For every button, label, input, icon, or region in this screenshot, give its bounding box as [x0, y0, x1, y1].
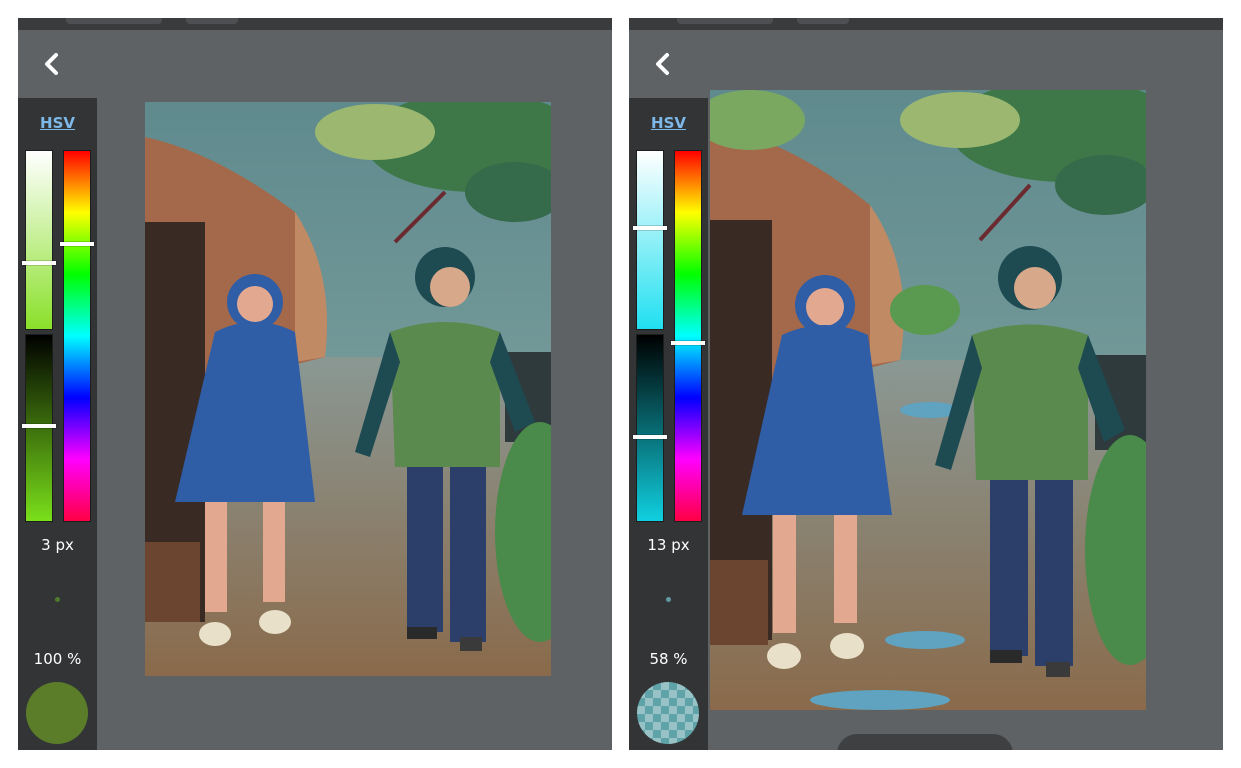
opacity-label: 58 % — [649, 650, 688, 668]
chevron-left-icon — [656, 53, 669, 75]
drawing-canvas[interactable] — [145, 102, 551, 676]
brush-size-preview — [666, 597, 671, 602]
top-tab[interactable] — [66, 18, 162, 24]
brush-size-label: 13 px — [647, 536, 690, 554]
opacity-label: 100 % — [33, 650, 82, 668]
current-color-swatch[interactable] — [637, 682, 699, 744]
saturation-slider[interactable] — [22, 150, 56, 330]
brush-size-preview — [55, 597, 60, 602]
current-color-swatch[interactable] — [26, 682, 88, 744]
top-bar — [18, 18, 612, 30]
drawing-canvas[interactable] — [710, 90, 1146, 710]
brush-size-label: 3 px — [41, 536, 74, 554]
hue-slider[interactable] — [60, 150, 94, 522]
top-tab[interactable] — [186, 18, 238, 24]
hue-slider[interactable] — [671, 150, 705, 522]
top-tab[interactable] — [797, 18, 849, 24]
value-slider[interactable] — [22, 334, 56, 522]
color-tool-strip: HSV 3 px 100 % — [18, 98, 97, 750]
hue-slider-thumb[interactable] — [671, 341, 705, 346]
bottom-handle[interactable] — [837, 734, 1013, 750]
hsv-mode-link[interactable]: HSV — [18, 114, 97, 132]
value-slider-thumb[interactable] — [22, 424, 56, 429]
value-slider[interactable] — [633, 334, 667, 522]
top-tab[interactable] — [677, 18, 773, 24]
saturation-slider-thumb[interactable] — [22, 261, 56, 266]
chevron-left-icon — [45, 53, 58, 75]
left-editor-panel: HSV 3 px 100 % — [18, 18, 612, 750]
hue-slider-thumb[interactable] — [60, 241, 94, 246]
artwork — [710, 90, 1146, 710]
right-editor-panel: HSV 13 px 58 % — [629, 18, 1223, 750]
top-bar — [629, 18, 1223, 30]
artwork — [145, 102, 551, 676]
hsv-mode-link[interactable]: HSV — [629, 114, 708, 132]
color-tool-strip: HSV 13 px 58 % — [629, 98, 708, 750]
saturation-slider-thumb[interactable] — [633, 225, 667, 230]
value-slider-thumb[interactable] — [633, 435, 667, 440]
back-button[interactable] — [38, 50, 66, 78]
saturation-slider[interactable] — [633, 150, 667, 330]
back-button[interactable] — [649, 50, 677, 78]
